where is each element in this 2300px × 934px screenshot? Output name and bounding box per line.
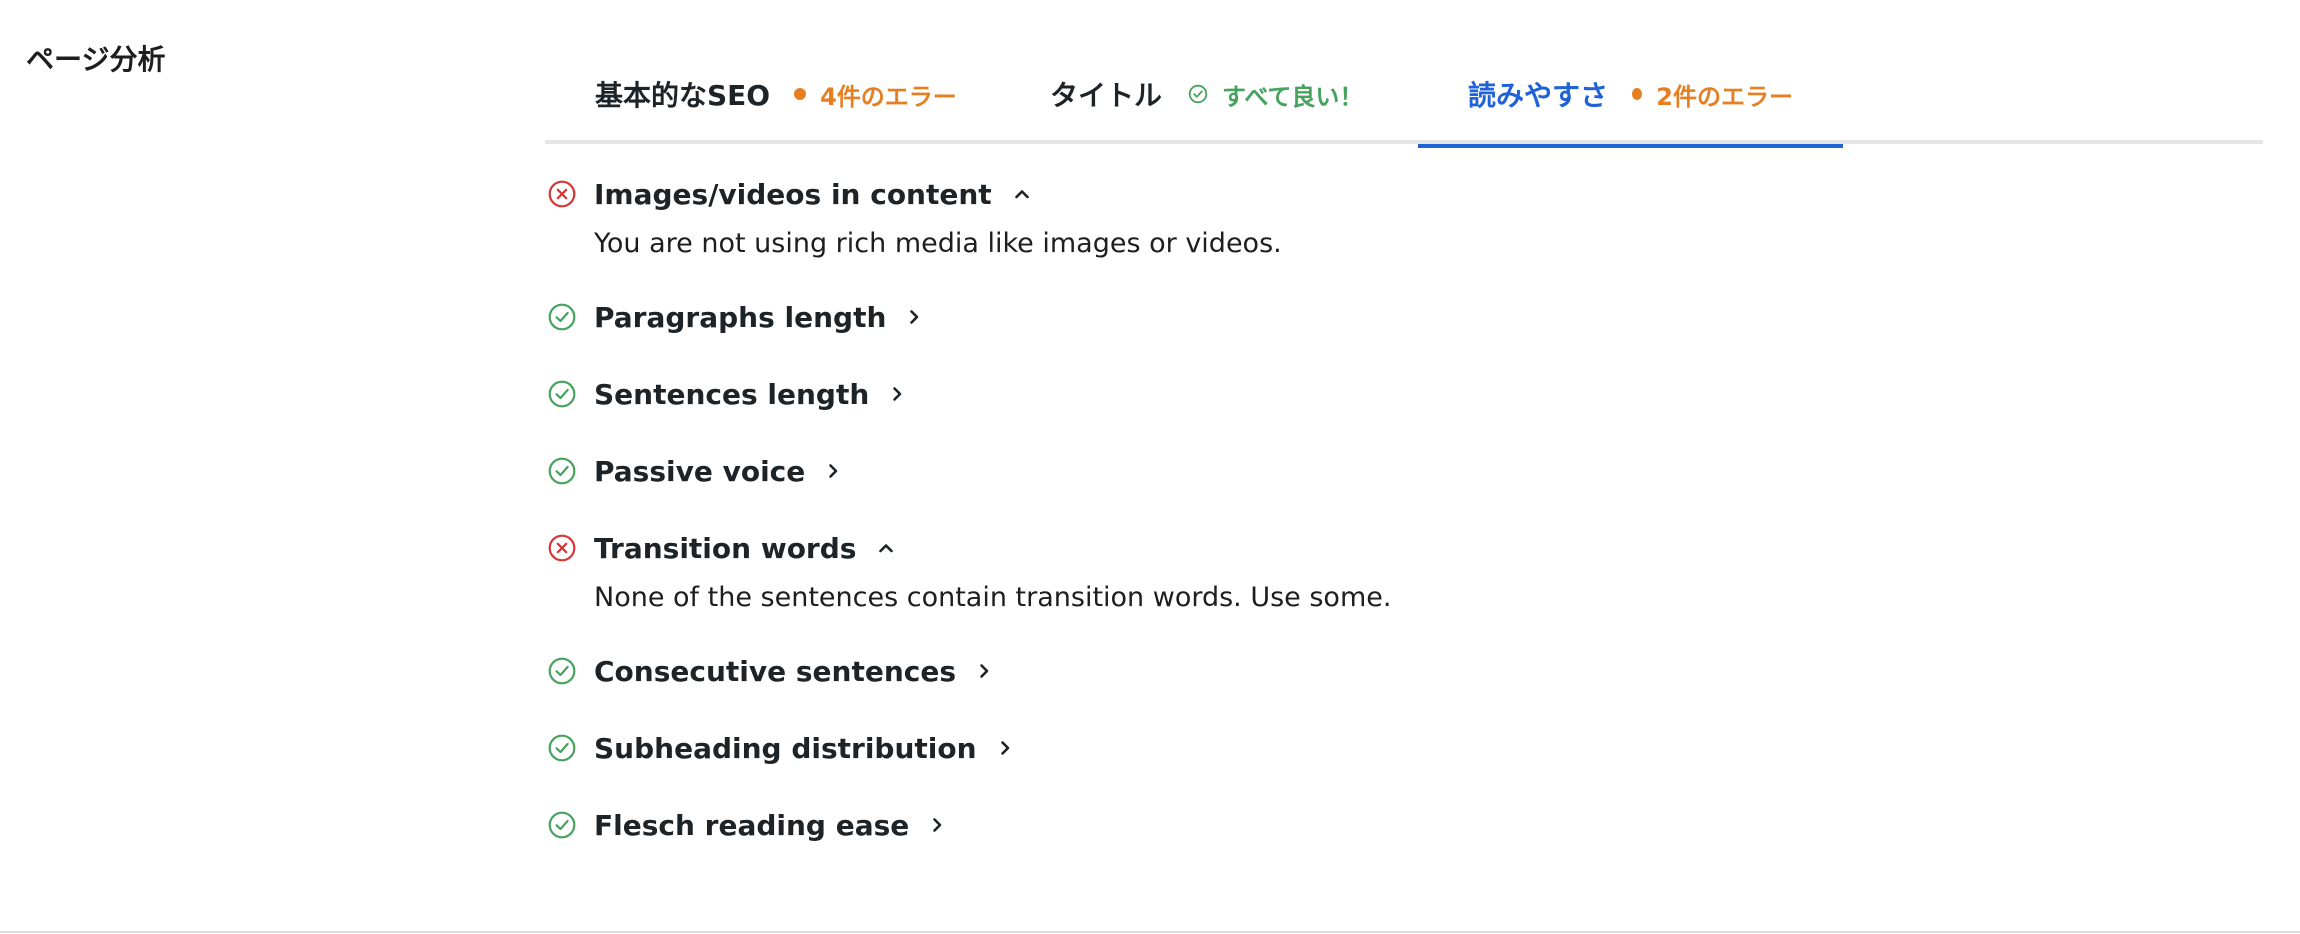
x-circle-icon <box>547 179 577 209</box>
check-circle-icon <box>547 810 577 840</box>
check-description: None of the sentences contain transition… <box>594 582 1392 613</box>
check-circle-icon <box>547 656 577 686</box>
check-toggle[interactable]: Subheading distribution <box>594 730 1947 766</box>
section-title: ページ分析 <box>26 43 166 76</box>
tab-readability[interactable]: 読みやすさ 2件のエラー <box>1418 50 1843 148</box>
orange-dot-icon <box>794 88 807 100</box>
check-circle-icon <box>547 456 577 486</box>
check-item-subheading-distribution: Subheading distribution <box>547 730 1947 766</box>
chevron-right-icon <box>827 463 839 479</box>
check-title: Passive voice <box>594 454 806 488</box>
check-toggle[interactable]: Passive voice <box>594 453 1947 489</box>
check-toggle[interactable]: Flesch reading ease <box>594 807 1947 843</box>
check-title: Consecutive sentences <box>594 654 957 688</box>
check-item-images-videos: Images/videos in content You are not usi… <box>547 176 1947 262</box>
check-circle-icon <box>547 733 577 763</box>
check-description: You are not using rich media like images… <box>594 228 1282 259</box>
chevron-up-icon <box>878 542 894 554</box>
check-title: Paragraphs length <box>594 300 887 334</box>
check-toggle[interactable]: Sentences length <box>594 376 1947 412</box>
check-title: Transition words <box>594 531 857 565</box>
check-toggle[interactable]: Images/videos in content <box>594 176 1947 212</box>
chevron-right-icon <box>978 663 990 679</box>
chevron-right-icon <box>931 817 943 833</box>
x-circle-icon <box>547 533 577 563</box>
tab-basic-seo[interactable]: 基本的なSEO 4件のエラー <box>545 50 1007 144</box>
check-circle-icon <box>547 379 577 409</box>
check-title: Flesch reading ease <box>594 808 910 842</box>
check-circle-icon <box>547 302 577 332</box>
chevron-right-icon <box>908 309 920 325</box>
tab-label: タイトル <box>1050 79 1163 112</box>
check-circle-icon <box>1188 84 1208 104</box>
check-title: Subheading distribution <box>594 731 977 765</box>
check-item-paragraphs-length: Paragraphs length <box>547 299 1947 335</box>
chevron-right-icon <box>999 740 1011 756</box>
tab-label: 基本的なSEO <box>595 79 771 112</box>
tab-status: 2件のエラー <box>1656 82 1793 111</box>
bottom-divider <box>0 931 2300 933</box>
check-title: Sentences length <box>594 377 870 411</box>
tab-title[interactable]: タイトル すべて良い！ <box>1000 50 1413 144</box>
chevron-right-icon <box>891 386 903 402</box>
tab-status: 4件のエラー <box>820 82 957 111</box>
analysis-tabs: 基本的なSEO 4件のエラー タイトル すべて良い！ 読みやすさ 2件のエラー <box>545 50 2263 148</box>
check-item-flesch-reading-ease: Flesch reading ease <box>547 807 1947 843</box>
check-toggle[interactable]: Paragraphs length <box>594 299 1947 335</box>
chevron-up-icon <box>1014 188 1030 200</box>
check-item-sentences-length: Sentences length <box>547 376 1947 412</box>
check-toggle[interactable]: Consecutive sentences <box>594 653 1947 689</box>
orange-dot-icon <box>1632 88 1643 100</box>
check-item-consecutive-sentences: Consecutive sentences <box>547 653 1947 689</box>
tab-label: 読みやすさ <box>1468 79 1609 112</box>
check-item-passive-voice: Passive voice <box>547 453 1947 489</box>
readability-check-list: Images/videos in content You are not usi… <box>547 176 1947 884</box>
tab-status: すべて良い！ <box>1222 82 1364 111</box>
check-title: Images/videos in content <box>594 177 992 211</box>
check-item-transition-words: Transition words None of the sentences c… <box>547 530 1947 616</box>
check-toggle[interactable]: Transition words <box>594 530 1947 566</box>
